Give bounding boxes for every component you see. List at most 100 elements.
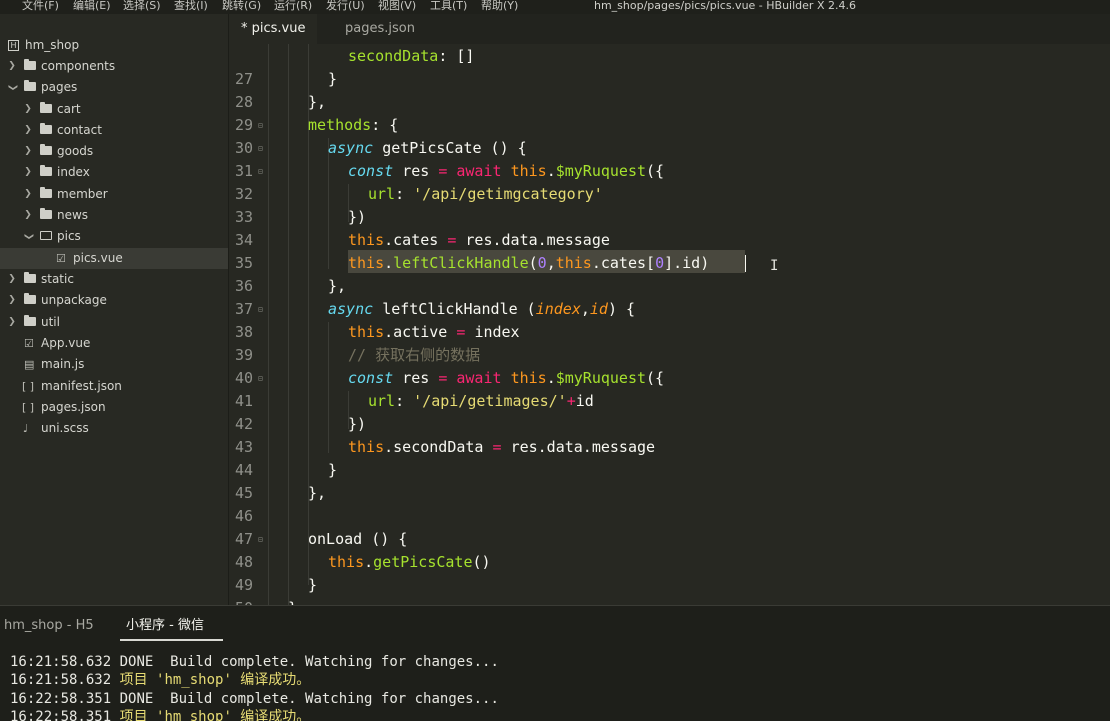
tab-pics-vue[interactable]: * pics.vue	[229, 14, 318, 44]
log-line: 16:21:58.632 项目 'hm_shop' 编译成功。	[10, 672, 311, 688]
menu-help[interactable]: 帮助(Y)	[481, 0, 518, 12]
tree-item-app-vue[interactable]: ☑ App.vue	[0, 333, 228, 354]
code-text: this.active = index	[348, 323, 520, 341]
menu-run[interactable]: 运行(R)	[274, 0, 312, 12]
chevron-right-icon[interactable]: ❯	[23, 141, 33, 162]
tree-item-label: components	[41, 59, 116, 73]
tree-item-label: member	[57, 187, 108, 201]
menu-view[interactable]: 视图(V)	[378, 0, 416, 12]
folder-icon	[24, 272, 36, 283]
tree-item-pages[interactable]: ❯ pages	[0, 77, 228, 98]
tree-item-main-js[interactable]: ▤ main.js	[0, 354, 228, 375]
chevron-right-icon[interactable]: ❯	[7, 56, 17, 77]
fold-toggle-icon[interactable]: ⊟	[258, 160, 263, 183]
tree-item-unpackage[interactable]: ❯ unpackage	[0, 290, 228, 311]
tree-item-pics-vue[interactable]: ☑ pics.vue	[0, 248, 228, 269]
console-tab-h5[interactable]: hm_shop - H5	[4, 618, 94, 634]
console-tab-weixin[interactable]: 小程序 - 微信	[126, 618, 204, 634]
code-text: })	[348, 415, 367, 433]
code-line-28: 28 }	[229, 68, 1110, 111]
menu-publish[interactable]: 发行(U)	[326, 0, 365, 12]
chevron-right-icon[interactable]: ❯	[23, 184, 33, 205]
code-editor[interactable]: 27 secondData: [] 28 } 29 }, 30 ⊟ method…	[229, 44, 1110, 605]
project-explorer: H hm_shop ❯ components ❯ pages ❯ cart ❯ …	[0, 14, 229, 605]
json-file-icon: [ ]	[22, 401, 35, 414]
folder-icon	[40, 123, 52, 134]
tree-item-contact[interactable]: ❯ contact	[0, 120, 228, 141]
menu-select[interactable]: 选择(S)	[123, 0, 161, 12]
tab-pages-json[interactable]: pages.json	[333, 14, 427, 44]
code-line-33: 33 url: '/api/getimgcategory'	[229, 183, 1110, 226]
fold-toggle-icon[interactable]: ⊟	[258, 114, 263, 137]
active-tab-indicator	[120, 639, 223, 641]
folder-icon	[40, 102, 52, 113]
fold-toggle-icon[interactable]: ⊟	[258, 528, 263, 551]
menu-edit[interactable]: 编辑(E)	[73, 0, 111, 12]
fold-toggle-icon[interactable]: ⊟	[258, 137, 263, 160]
folder-icon	[40, 187, 52, 198]
chevron-right-icon[interactable]: ❯	[7, 269, 17, 290]
code-line-37: 37 },	[229, 275, 1110, 318]
tree-item-pages-json[interactable]: [ ] pages.json	[0, 397, 228, 418]
chevron-down-icon[interactable]: ❯	[2, 83, 23, 93]
code-text: }	[288, 597, 297, 605]
chevron-right-icon[interactable]: ❯	[23, 99, 33, 120]
tree-item-uni-scss[interactable]: ♩ uni.scss	[0, 418, 228, 439]
code-line-34: 34 })	[229, 206, 1110, 249]
code-line-42: 42 url: '/api/getimages/'+id	[229, 390, 1110, 433]
code-text: },	[328, 277, 347, 295]
chevron-right-icon[interactable]: ❯	[23, 205, 33, 226]
tree-item-label: pages.json	[41, 400, 106, 414]
chevron-right-icon[interactable]: ❯	[23, 120, 33, 141]
tree-item-manifest-json[interactable]: [ ] manifest.json	[0, 376, 228, 397]
tree-item-label: index	[57, 165, 90, 179]
code-line-30: 30 ⊟ methods: {	[229, 114, 1110, 157]
code-line-41: 41 ⊟ const res = await this.$myRuquest({	[229, 367, 1110, 410]
js-file-icon: ▤	[24, 358, 35, 371]
tree-item-label: pages	[41, 80, 78, 94]
tree-item-goods[interactable]: ❯ goods	[0, 141, 228, 162]
fold-toggle-icon[interactable]: ⊟	[258, 367, 263, 390]
fold-toggle-icon[interactable]: ⊟	[258, 298, 263, 321]
tree-item-member[interactable]: ❯ member	[0, 184, 228, 205]
tree-item-project-root[interactable]: H hm_shop	[0, 35, 228, 56]
tree-item-pics[interactable]: ❯ pics	[0, 226, 228, 247]
code-text: }	[328, 461, 338, 479]
console-panel: hm_shop - H5 小程序 - 微信 16:21:58.632 DONE …	[0, 605, 1110, 721]
code-line-31: 31 ⊟ async getPicsCate () {	[229, 137, 1110, 180]
code-text: secondData: []	[348, 47, 475, 65]
code-text: },	[308, 93, 327, 111]
log-line: 16:22:58.351 DONE Build complete. Watchi…	[10, 691, 499, 707]
menu-tools[interactable]: 工具(T)	[430, 0, 467, 12]
menu-file[interactable]: 文件(F)	[22, 0, 59, 12]
chevron-right-icon[interactable]: ❯	[7, 312, 17, 333]
tree-item-components[interactable]: ❯ components	[0, 56, 228, 77]
folder-icon	[40, 208, 52, 219]
tree-item-cart[interactable]: ❯ cart	[0, 99, 228, 120]
code-line-32: 32 ⊟ const res = await this.$myRuquest({	[229, 160, 1110, 203]
folder-open-icon	[40, 231, 52, 240]
tree-item-label: pics.vue	[73, 251, 123, 265]
code-text: // 获取右侧的数据	[348, 346, 481, 364]
tree-item-static[interactable]: ❯ static	[0, 269, 228, 290]
tree-item-index[interactable]: ❯ index	[0, 162, 228, 183]
tree-item-news[interactable]: ❯ news	[0, 205, 228, 226]
folder-icon	[24, 80, 36, 91]
chevron-down-icon[interactable]: ❯	[18, 232, 39, 242]
menu-goto[interactable]: 跳转(G)	[222, 0, 261, 12]
tree-item-label: news	[57, 208, 89, 222]
chevron-right-icon[interactable]: ❯	[7, 290, 17, 311]
code-text: url: '/api/getimages/'+id	[368, 392, 594, 410]
tree-item-util[interactable]: ❯ util	[0, 312, 228, 333]
log-line: 16:21:58.632 DONE Build complete. Watchi…	[10, 654, 499, 670]
code-line-29: 29 },	[229, 91, 1110, 134]
vue-file-icon: ☑	[56, 252, 66, 265]
code-line-51: 51 }	[229, 597, 1110, 605]
folder-icon	[40, 165, 52, 176]
code-line-50: 50 }	[229, 574, 1110, 605]
code-text: },	[308, 484, 327, 502]
menu-find[interactable]: 查找(I)	[174, 0, 208, 12]
code-text: this.secondData = res.data.message	[348, 438, 656, 456]
chevron-right-icon[interactable]: ❯	[23, 162, 33, 183]
tree-item-label: pics	[57, 229, 81, 243]
